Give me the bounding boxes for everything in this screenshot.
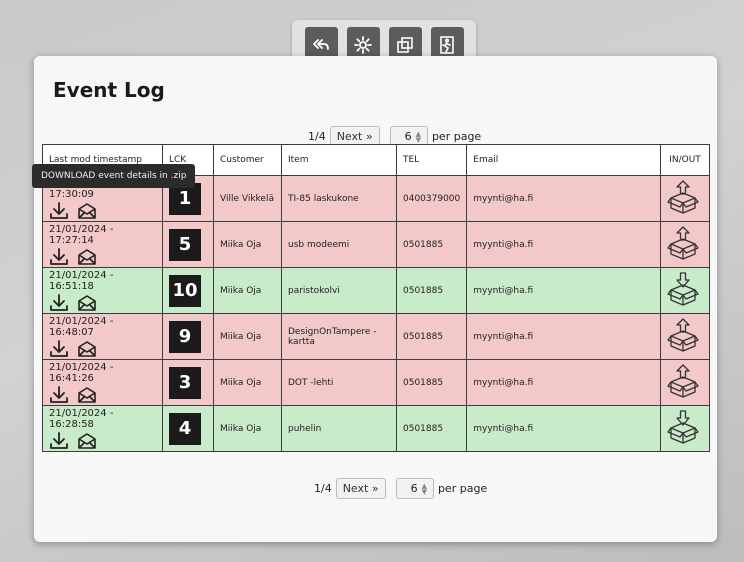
tel-cell: 0501885 <box>395 313 468 360</box>
gear-icon <box>354 36 372 54</box>
double-back-arrow-icon <box>313 39 329 50</box>
timestamp: 21/01/2024 - 16:48:07 <box>49 315 114 338</box>
download-icon[interactable] <box>49 339 69 358</box>
timestamp-cell: 21/01/2024 - 16:51:18 <box>42 267 163 314</box>
locker-number: 3 <box>169 366 201 399</box>
email-cell: myynti@ha.fi <box>466 175 661 222</box>
in-out-cell <box>660 313 710 360</box>
locker-number: 10 <box>169 274 201 307</box>
tel-cell: 0400379000 <box>395 175 468 222</box>
box-in-icon <box>667 410 699 444</box>
table-row: 21/01/2024 - 16:41:26 3 Miika Oja DOT -l… <box>42 359 710 406</box>
timestamp: 21/01/2024 - 16:41:26 <box>49 361 114 384</box>
locker-number: 5 <box>169 228 201 261</box>
item-cell: DOT -lehti <box>281 359 397 406</box>
customer-cell: Miika Oja <box>213 359 282 406</box>
customer-cell: Ville Vikkelä <box>213 175 282 222</box>
box-in-icon <box>667 272 699 306</box>
table-row: 21/01/2024 - 16:48:07 9 Miika Oja Design… <box>42 313 710 360</box>
item-cell: puhelin <box>281 405 397 452</box>
lck-cell: 3 <box>162 359 214 406</box>
table-row: 21/01/2024 - 16:51:18 10 Miika Oja paris… <box>42 267 710 314</box>
box-out-icon <box>667 226 699 260</box>
email-icon[interactable] <box>77 202 97 220</box>
stepper-arrows-icon[interactable]: ▲ ▼ <box>422 482 427 495</box>
download-icon[interactable] <box>49 293 69 312</box>
customer-cell: Miika Oja <box>213 221 282 268</box>
email-icon[interactable] <box>77 248 97 266</box>
download-icon[interactable] <box>49 247 69 266</box>
col-header-email: Email <box>466 144 661 176</box>
page-indicator: 1/4 <box>308 130 326 143</box>
locker-number: 4 <box>169 412 201 445</box>
download-tooltip: DOWNLOAD event details in .zip <box>32 164 196 188</box>
item-cell: DesignOnTampere -kartta <box>281 313 397 360</box>
lck-cell: 4 <box>162 405 214 452</box>
page-indicator: 1/4 <box>314 482 332 495</box>
timestamp: 21/01/2024 - 16:51:18 <box>49 269 114 292</box>
customer-cell: Miika Oja <box>213 313 282 360</box>
timestamp: 21/01/2024 - 17:27:14 <box>49 223 114 246</box>
per-page-label: per page <box>431 130 482 143</box>
tel-cell: 0501885 <box>395 267 468 314</box>
email-cell: myynti@ha.fi <box>466 405 661 452</box>
pagination-bottom: 1/4 Next » 6 ▲ ▼ per page <box>314 478 487 499</box>
stepper-arrows-icon[interactable]: ▲ ▼ <box>416 130 421 143</box>
download-icon[interactable] <box>49 431 69 450</box>
box-out-icon <box>667 180 699 214</box>
event-log-table: Last mod timestamp LCK Customer Item TEL… <box>42 144 710 452</box>
per-page-value: 6 <box>410 482 418 495</box>
page-title: Event Log <box>53 78 165 102</box>
lck-cell: 10 <box>162 267 214 314</box>
customer-cell: Miika Oja <box>213 405 282 452</box>
col-header-item: Item <box>281 144 397 176</box>
per-page-stepper[interactable]: 6 ▲ ▼ <box>395 478 434 499</box>
item-cell: usb modeemi <box>281 221 397 268</box>
timestamp-cell: 21/01/2024 - 16:28:58 <box>42 405 163 452</box>
per-page-label: per page <box>437 482 488 495</box>
timestamp: 21/01/2024 - 16:28:58 <box>49 407 114 430</box>
email-icon[interactable] <box>77 432 97 450</box>
email-cell: myynti@ha.fi <box>466 359 661 406</box>
download-icon[interactable] <box>49 385 69 404</box>
lck-cell: 9 <box>162 313 214 360</box>
col-header-customer: Customer <box>213 144 282 176</box>
in-out-cell <box>660 405 710 452</box>
email-icon[interactable] <box>77 340 97 358</box>
tel-cell: 0501885 <box>395 405 468 452</box>
next-page-button[interactable]: Next » <box>335 478 386 499</box>
tel-cell: 0501885 <box>395 359 468 406</box>
box-out-icon <box>667 364 699 398</box>
table-row: 21/01/2024 - 16:28:58 4 Miika Oja puheli… <box>42 405 710 452</box>
copy-icon <box>397 37 413 53</box>
item-cell: TI-85 laskukone <box>281 175 397 222</box>
col-header-in-out: IN/OUT <box>660 144 710 176</box>
in-out-cell <box>660 175 710 222</box>
in-out-cell <box>660 221 710 268</box>
timestamp-cell: 21/01/2024 - 16:41:26 <box>42 359 163 406</box>
lck-cell: 5 <box>162 221 214 268</box>
email-icon[interactable] <box>77 294 97 312</box>
timestamp-cell: 21/01/2024 - 17:27:14 <box>42 221 163 268</box>
in-out-cell <box>660 359 710 406</box>
item-cell: paristokolvi <box>281 267 397 314</box>
email-icon[interactable] <box>77 386 97 404</box>
table-body: 21/01/2024 - 17:30:09 1 Ville Vikkelä TI… <box>42 175 710 452</box>
email-cell: myynti@ha.fi <box>466 221 661 268</box>
box-out-icon <box>667 318 699 352</box>
table-row: 21/01/2024 - 17:27:14 5 Miika Oja usb mo… <box>42 221 710 268</box>
timestamp-cell: 21/01/2024 - 16:48:07 <box>42 313 163 360</box>
col-header-tel: TEL <box>395 144 468 176</box>
tel-cell: 0501885 <box>395 221 468 268</box>
exit-door-icon <box>440 36 454 54</box>
download-icon[interactable] <box>49 201 69 220</box>
event-log-card: Event Log 1/4 Next » 6 ▲ ▼ per page Last … <box>34 56 717 542</box>
per-page-value: 6 <box>404 130 412 143</box>
email-cell: myynti@ha.fi <box>466 267 661 314</box>
locker-number: 9 <box>169 320 201 353</box>
in-out-cell <box>660 267 710 314</box>
customer-cell: Miika Oja <box>213 267 282 314</box>
email-cell: myynti@ha.fi <box>466 313 661 360</box>
